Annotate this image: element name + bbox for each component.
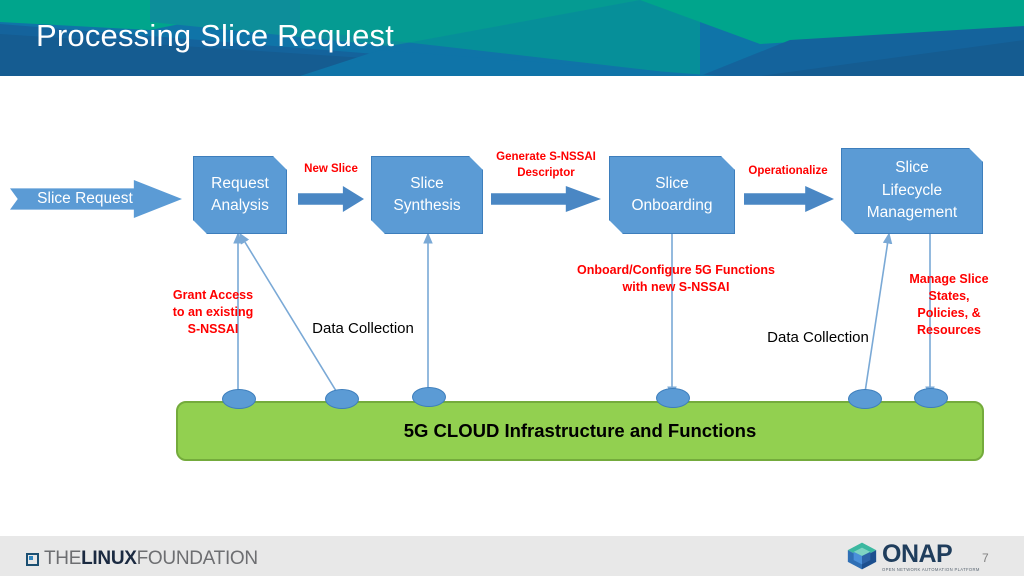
- connector-node-4: [656, 388, 690, 408]
- process-box-request-analysis[interactable]: Request Analysis: [193, 156, 287, 234]
- page-title: Processing Slice Request: [36, 18, 395, 53]
- infrastructure-bar-label: 5G CLOUD Infrastructure and Functions: [403, 420, 757, 441]
- connector-node-3: [412, 387, 446, 407]
- annotation-onboard-configure: Onboard/Configure 5G Functions with new …: [577, 263, 775, 294]
- annotation-data-collection-right: Data Collection: [767, 329, 869, 346]
- onap-logo: ONAP OPEN NETWORK AUTOMATION PLATFORM: [845, 541, 980, 572]
- box-label-slice-onboarding: Slice Onboarding: [631, 174, 713, 214]
- process-box-slice-onboarding[interactable]: Slice Onboarding: [609, 156, 735, 234]
- onap-tagline: OPEN NETWORK AUTOMATION PLATFORM: [882, 567, 980, 572]
- connector-node-6: [914, 388, 948, 408]
- slide: Processing Slice Request Slice Request R…: [0, 0, 1024, 576]
- flow-label-new-slice: New Slice: [304, 163, 358, 175]
- annotation-manage-slice: Manage Slice States, Policies, & Resourc…: [909, 272, 989, 337]
- slide-header-banner: Processing Slice Request: [0, 0, 1024, 76]
- annotation-grant-access: Grant Access to an existing S-NSSAI: [172, 288, 254, 336]
- onap-cube-icon: [847, 542, 877, 570]
- process-box-slice-synthesis[interactable]: Slice Synthesis: [371, 156, 483, 234]
- connector-node-5: [848, 389, 882, 409]
- box-label-slice-lifecycle-management: Slice Lifecycle Management: [866, 159, 958, 222]
- lf-linux: LINUX: [81, 548, 137, 569]
- connector-node-2: [325, 389, 359, 409]
- connector-node-1: [222, 389, 256, 409]
- lf-foundation: FOUNDATION: [136, 548, 259, 569]
- box-label-slice-synthesis: Slice Synthesis: [393, 174, 461, 214]
- lf-the: THE: [44, 548, 82, 569]
- diagram-canvas: Slice Request Request Analysis Slice Syn…: [0, 76, 1024, 528]
- linux-foundation-logo: THELINUXFOUNDATION: [26, 548, 258, 570]
- process-box-slice-lifecycle-management[interactable]: Slice Lifecycle Management: [841, 148, 983, 234]
- linux-foundation-wordmark: THELINUXFOUNDATION: [44, 548, 258, 570]
- page-number: 7: [982, 551, 989, 565]
- onap-wordmark: ONAP OPEN NETWORK AUTOMATION PLATFORM: [882, 541, 980, 572]
- entry-arrow-label: Slice Request: [37, 190, 133, 207]
- annotation-data-collection-left: Data Collection: [312, 320, 414, 337]
- flow-label-generate-descriptor: Generate S-NSSAI Descriptor: [496, 151, 596, 179]
- onap-name: ONAP: [882, 540, 953, 568]
- box-label-request-analysis: Request Analysis: [211, 174, 269, 214]
- flow-label-operationalize: Operationalize: [748, 165, 828, 177]
- infrastructure-bar[interactable]: 5G CLOUD Infrastructure and Functions: [176, 401, 984, 461]
- linux-foundation-mark-icon: [26, 552, 39, 566]
